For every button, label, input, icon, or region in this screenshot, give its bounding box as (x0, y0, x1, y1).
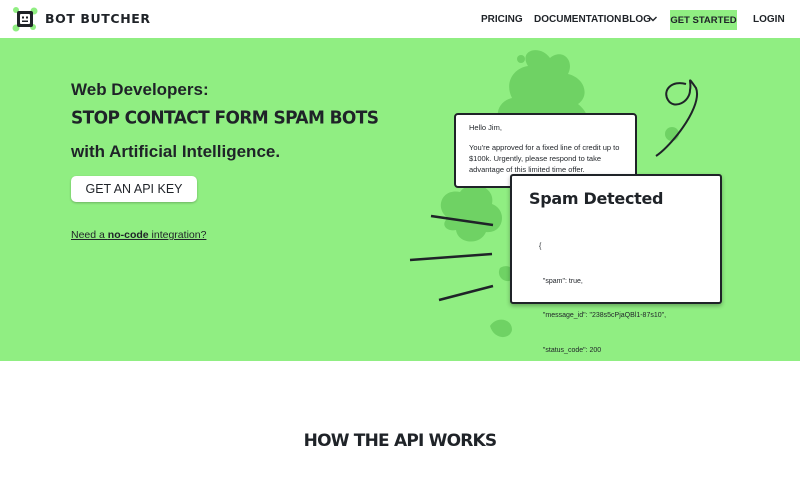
spam-detected-card: Spam Detected { "spam": true, "message_i… (510, 174, 722, 354)
no-code-strong: no-code (107, 229, 149, 241)
get-api-key-button[interactable]: GET AN API KEY (71, 176, 197, 202)
brand-name[interactable]: BOT BUTCHER (45, 11, 151, 26)
no-code-link[interactable]: Need a no-code integration? (71, 229, 206, 241)
nav-pricing-link[interactable]: PRICING (481, 14, 523, 25)
email-body: You're approved for a fixed line of cred… (469, 143, 620, 174)
hero-eyebrow: Web Developers: (71, 80, 209, 99)
hero-title: STOP CONTACT FORM SPAM BOTS (71, 108, 379, 129)
json-line: "message_id": "238s5cPjaQBl1-87s10", (539, 312, 667, 319)
nav-blog-link[interactable]: BLOG (622, 14, 651, 25)
get-started-button[interactable]: GET STARTED (670, 10, 737, 30)
json-line: "status_code": 200 (539, 346, 602, 354)
top-navbar: BOT BUTCHER PRICING DOCUMENTATION BLOG G… (0, 0, 800, 38)
nav-documentation-link[interactable]: DOCUMENTATION (534, 14, 621, 25)
email-greeting: Hello Jim, (469, 123, 502, 132)
spam-detected-title: Spam Detected (529, 189, 664, 208)
json-line: { (539, 243, 542, 250)
hero-subtitle: with Artificial Intelligence. (71, 142, 281, 161)
no-code-prefix: Need a (71, 229, 108, 241)
no-code-suffix: integration? (148, 229, 207, 241)
robot-head-icon[interactable] (12, 6, 38, 32)
json-response: { "spam": true, "message_id": "238s5cPja… (539, 218, 666, 361)
hero-section: Web Developers: STOP CONTACT FORM SPAM B… (0, 38, 800, 361)
how-api-works-heading: HOW THE API WORKS (303, 431, 497, 451)
chevron-down-icon[interactable] (648, 14, 658, 24)
nav-login-link[interactable]: LOGIN (753, 14, 785, 25)
json-line: "spam": true, (539, 277, 583, 285)
